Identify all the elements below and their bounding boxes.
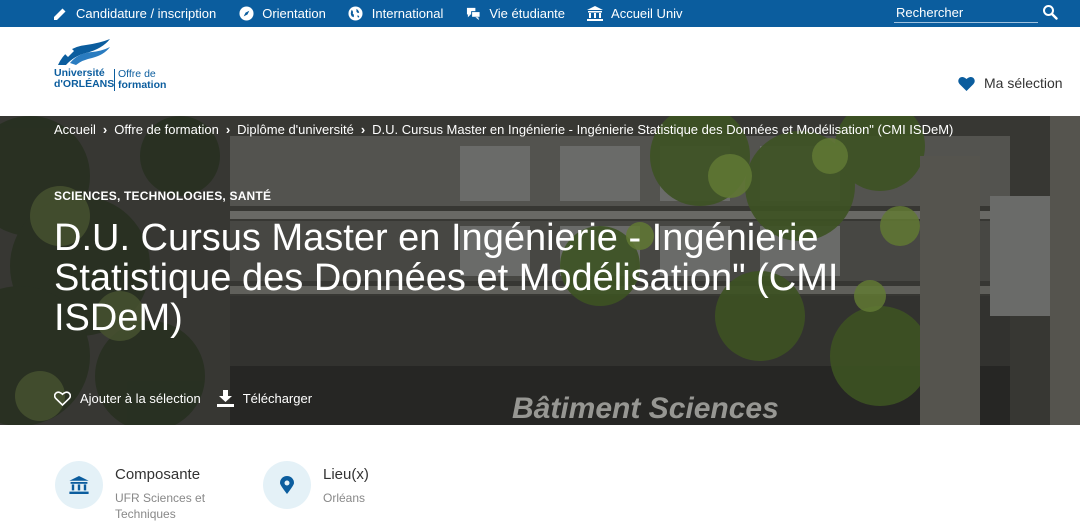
- search-icon[interactable]: [1042, 4, 1060, 22]
- add-selection-label: Ajouter à la sélection: [80, 391, 201, 406]
- logo-offre-line2: formation: [118, 79, 167, 91]
- nav-orientation[interactable]: Orientation: [238, 6, 326, 22]
- top-nav: Candidature / inscription Orientation In…: [52, 0, 705, 27]
- chat-bubbles-icon: [465, 6, 481, 22]
- composante-card: Composante UFR Sciences et Techniques: [55, 461, 225, 522]
- page-title: D.U. Cursus Master en Ingénierie - Ingén…: [54, 217, 839, 339]
- nav-international[interactable]: International: [348, 6, 444, 22]
- lieu-value: Orléans: [323, 491, 366, 505]
- add-selection-button[interactable]: Ajouter à la sélection: [54, 391, 201, 406]
- nav-accueil-univ[interactable]: Accueil Univ: [587, 6, 683, 22]
- nav-label: Vie étudiante: [489, 6, 566, 21]
- nav-label: Candidature / inscription: [76, 6, 217, 21]
- lieu-heading: Lieu(x): [323, 466, 369, 483]
- map-pin-icon: [280, 476, 294, 494]
- download-icon: [216, 390, 234, 407]
- search-input[interactable]: [894, 3, 1038, 23]
- ma-selection-label: Ma sélection: [984, 75, 1063, 91]
- lieu-icon-circle: [263, 461, 311, 509]
- breadcrumb-accueil[interactable]: Accueil: [54, 122, 96, 137]
- logo-separator: [114, 69, 115, 91]
- globe-icon: [348, 6, 364, 22]
- composante-icon-circle: [55, 461, 103, 509]
- composante-heading: Composante: [115, 466, 201, 483]
- university-building-icon: [69, 476, 89, 494]
- download-label: Télécharger: [242, 391, 313, 406]
- top-bar: Candidature / inscription Orientation In…: [0, 0, 1080, 27]
- breadcrumb-offre[interactable]: Offre de formation: [114, 122, 219, 137]
- download-button[interactable]: Télécharger: [216, 390, 313, 407]
- compass-icon: [238, 6, 254, 22]
- hero-banner: Bâtiment Sciences Accueil › Offre de for…: [0, 116, 1080, 425]
- ma-selection-link[interactable]: Ma sélection: [958, 75, 1063, 91]
- lieu-card: Lieu(x) Orléans: [263, 461, 433, 509]
- logo-swoosh-icon: [58, 39, 110, 65]
- nav-label: Orientation: [262, 6, 326, 21]
- chevron-right-icon: ›: [225, 122, 231, 137]
- university-logo[interactable]: Université d'ORLÉANS Offre de formation: [54, 39, 184, 99]
- breadcrumb-diplome[interactable]: Diplôme d'université: [237, 122, 354, 137]
- chevron-right-icon: ›: [360, 122, 366, 137]
- search-box: [894, 3, 1064, 23]
- chevron-right-icon: ›: [102, 122, 108, 137]
- logo-line2: d'ORLÉANS: [54, 78, 115, 90]
- info-section: Composante UFR Sciences et Techniques Li…: [0, 425, 1080, 530]
- category-label: SCIENCES, TECHNOLOGIES, SANTÉ: [54, 189, 272, 203]
- breadcrumb: Accueil › Offre de formation › Diplôme d…: [54, 122, 953, 137]
- logo-offre-text: Offre de formation: [118, 69, 166, 91]
- nav-candidature[interactable]: Candidature / inscription: [52, 6, 216, 22]
- nav-label: Accueil Univ: [611, 6, 683, 21]
- logo-university-text: Université d'ORLÉANS: [54, 68, 114, 90]
- heart-outline-icon: [54, 391, 71, 406]
- composante-value: UFR Sciences et Techniques: [115, 491, 206, 521]
- nav-label: International: [371, 6, 444, 21]
- university-building-icon: [587, 6, 604, 22]
- hero-actions: Ajouter à la sélection Télécharger: [54, 390, 328, 407]
- site-header: Université d'ORLÉANS Offre de formation …: [0, 27, 1080, 116]
- breadcrumb-current: D.U. Cursus Master en Ingénierie - Ingén…: [372, 122, 954, 137]
- nav-vie-etudiante[interactable]: Vie étudiante: [465, 6, 565, 22]
- pencil-icon: [52, 6, 68, 22]
- heart-icon: [958, 76, 975, 91]
